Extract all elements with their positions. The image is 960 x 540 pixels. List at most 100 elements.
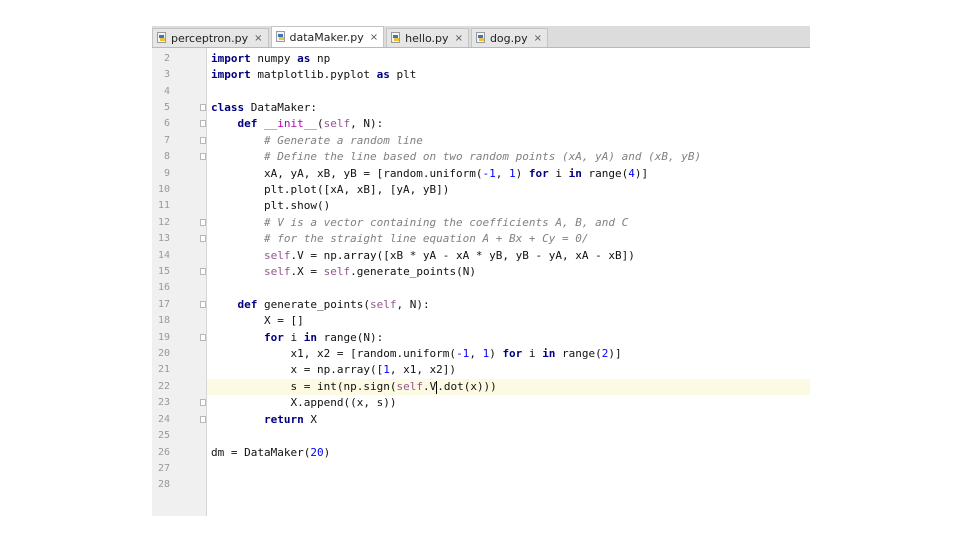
- code-line-current[interactable]: 22 s = int(np.sign(self.V.dot(x))): [158, 379, 810, 395]
- code-line[interactable]: 27: [158, 461, 810, 477]
- fold-icon[interactable]: [200, 235, 206, 242]
- line-number: 14: [157, 250, 170, 261]
- line-number: 28: [157, 479, 170, 490]
- code-line[interactable]: 9 xA, yA, xB, yB = [random.uniform(-1, 1…: [164, 166, 810, 182]
- fold-icon[interactable]: [200, 416, 206, 423]
- fold-icon[interactable]: [200, 104, 206, 111]
- code-text: # Generate a random line: [263, 134, 423, 147]
- tab-perceptron-py[interactable]: perceptron.py ×: [152, 28, 269, 47]
- code-line[interactable]: 20 x1, x2 = [random.uniform(-1, 1) for i…: [158, 346, 810, 362]
- code-text: dm = DataMaker(20): [211, 446, 331, 459]
- tab-hello-py[interactable]: hello.py ×: [386, 28, 469, 47]
- code-line[interactable]: 18 X = []: [158, 313, 810, 329]
- code-text: self.X = self.generate_points(N): [263, 265, 476, 278]
- line-number: 19: [157, 332, 170, 343]
- code-line[interactable]: 12 # V is a vector containing the coeffi…: [158, 215, 810, 231]
- code-text: xA, yA, xB, yB = [random.uniform(-1, 1) …: [263, 167, 649, 180]
- line-number: 26: [157, 447, 170, 458]
- code-line[interactable]: 19 for i in range(N):: [158, 330, 810, 346]
- fold-icon[interactable]: [200, 120, 206, 127]
- code-text: def __init__(self, N):: [237, 117, 384, 130]
- code-text: # V is a vector containing the coefficie…: [263, 216, 629, 229]
- line-number: 21: [157, 364, 170, 375]
- code-text: X.append((x, s)): [290, 396, 397, 409]
- code-text: import matplotlib.pyplot as plt: [211, 68, 417, 81]
- fold-icon[interactable]: [200, 219, 206, 226]
- line-number: 27: [157, 463, 170, 474]
- tab-label: dataMaker.py: [289, 30, 364, 44]
- code-text: self.V = np.array([xB * yA - xA * yB, yB…: [263, 249, 635, 262]
- code-line[interactable]: 4: [164, 84, 810, 100]
- line-number: 13: [157, 233, 170, 244]
- line-number: 11: [157, 200, 170, 211]
- code-text: for i in range(N):: [263, 331, 384, 344]
- code-line[interactable]: 16: [158, 280, 810, 296]
- code-text: plt.show(): [263, 199, 331, 212]
- tab-label: dog.py: [489, 31, 528, 45]
- code-line[interactable]: 15 self.X = self.generate_points(N): [158, 264, 810, 280]
- python-file-icon: [275, 31, 286, 43]
- tab-dog-py[interactable]: dog.py ×: [470, 28, 549, 47]
- line-number: 5: [163, 102, 170, 113]
- code-line[interactable]: 7 # Generate a random line: [164, 133, 810, 149]
- code-line[interactable]: 17 def generate_points(self, N):: [158, 297, 810, 313]
- line-number: 7: [163, 135, 170, 146]
- code-line[interactable]: 24 return X: [158, 412, 810, 428]
- python-file-icon: [391, 32, 401, 44]
- fold-icon[interactable]: [200, 334, 206, 341]
- code-line[interactable]: 13 # for the straight line equation A + …: [158, 231, 810, 247]
- fold-icon[interactable]: [200, 153, 206, 160]
- code-line[interactable]: 26 dm = DataMaker(20): [158, 445, 810, 461]
- tab-label: perceptron.py: [171, 31, 249, 45]
- code-line[interactable]: 14 self.V = np.array([xB * yA - xA * yB,…: [158, 248, 810, 264]
- line-number: 4: [163, 86, 170, 97]
- line-number: 17: [157, 299, 170, 310]
- code-line[interactable]: 25: [158, 428, 810, 444]
- code-line[interactable]: 8 # Define the line based on two random …: [164, 149, 810, 165]
- fold-icon[interactable]: [200, 399, 206, 406]
- fold-icon[interactable]: [200, 137, 206, 144]
- tab-label: hello.py: [405, 31, 449, 45]
- code-line[interactable]: 21 x = np.array([1, x1, x2]): [158, 362, 810, 378]
- code-text: return X: [263, 413, 317, 426]
- code-line[interactable]: 10 plt.plot([xA, xB], [yA, yB]): [158, 182, 810, 198]
- line-number: 6: [163, 118, 170, 129]
- line-number: 10: [157, 184, 170, 195]
- line-number: 22: [157, 381, 170, 392]
- code-line[interactable]: 23 X.append((x, s)): [158, 395, 810, 411]
- code-text: # for the straight line equation A + Bx …: [263, 232, 589, 245]
- code-line[interactable]: 5 class DataMaker:: [164, 100, 810, 116]
- close-icon[interactable]: ×: [254, 33, 262, 44]
- line-number: 3: [163, 69, 170, 80]
- fold-icon[interactable]: [200, 268, 206, 275]
- code-line[interactable]: 11 plt.show(): [158, 198, 810, 214]
- line-number: 2: [163, 53, 170, 64]
- tab-datamaker-py[interactable]: dataMaker.py ×: [270, 26, 385, 47]
- code-line[interactable]: 3 import matplotlib.pyplot as plt: [164, 67, 810, 83]
- line-number: 12: [157, 217, 170, 228]
- code-text: # Define the line based on two random po…: [263, 150, 702, 163]
- close-icon[interactable]: ×: [534, 33, 542, 44]
- code-text: plt.plot([xA, xB], [yA, yB]): [263, 183, 450, 196]
- line-number: 16: [157, 282, 170, 293]
- code-text: import numpy as np: [211, 52, 331, 65]
- close-icon[interactable]: ×: [455, 33, 463, 44]
- code-text: class DataMaker:: [211, 101, 317, 114]
- line-number: 25: [157, 430, 170, 441]
- python-file-icon: [157, 32, 167, 44]
- code-line[interactable]: 2 import numpy as np: [164, 51, 810, 67]
- line-number: 18: [157, 315, 170, 326]
- close-icon[interactable]: ×: [370, 32, 378, 43]
- code-text: x = np.array([1, x1, x2]): [290, 363, 457, 376]
- code-text: s = int(np.sign(self.V.dot(x))): [290, 380, 497, 394]
- code-text: x1, x2 = [random.uniform(-1, 1) for i in…: [290, 347, 622, 360]
- fold-icon[interactable]: [200, 301, 206, 308]
- line-number: 24: [157, 414, 170, 425]
- code-text: def generate_points(self, N):: [237, 298, 430, 311]
- line-number: 8: [163, 151, 170, 162]
- code-line[interactable]: 28: [158, 477, 810, 493]
- code-text: X = []: [263, 314, 304, 327]
- code-area[interactable]: 2 import numpy as np 3 import matplotlib…: [158, 48, 810, 516]
- code-line[interactable]: 6 def __init__(self, N):: [164, 116, 810, 132]
- line-number: 9: [163, 168, 170, 179]
